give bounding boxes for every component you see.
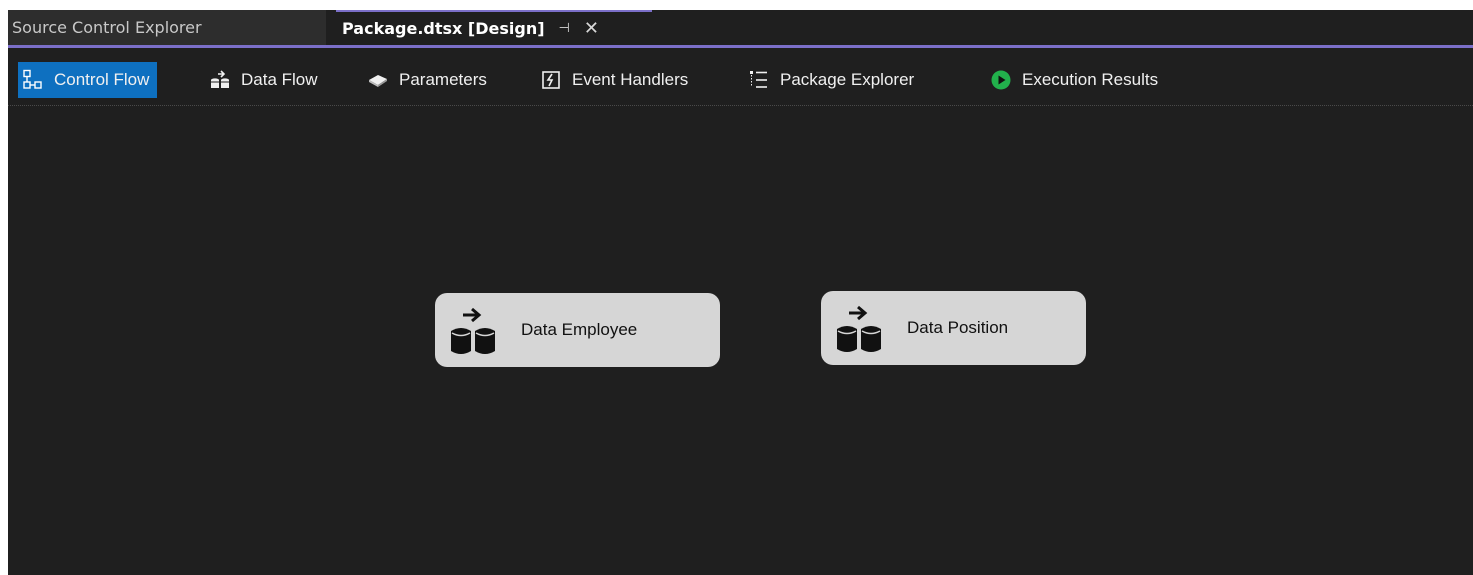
tab-package-explorer[interactable]: Package Explorer <box>744 62 922 98</box>
data-flow-task-icon <box>835 303 885 353</box>
task-label: Data Employee <box>521 320 638 339</box>
task-data-employee[interactable]: Data Employee <box>435 293 720 367</box>
tab-label: Package Explorer <box>780 70 915 89</box>
task-data-position[interactable]: Data Position <box>821 291 1086 365</box>
tab-label: Execution Results <box>1022 70 1159 89</box>
pin-icon[interactable]: ⊣ <box>559 21 570 36</box>
close-icon[interactable]: ✕ <box>584 18 599 39</box>
tab-label: Package.dtsx [Design] <box>342 19 545 38</box>
parameters-icon <box>367 69 389 91</box>
document-tab-strip: Source Control Explorer Package.dtsx [De… <box>8 10 1473 45</box>
tab-label: Event Handlers <box>572 70 689 89</box>
data-flow-icon <box>209 69 231 91</box>
data-flow-task-icon <box>449 305 499 355</box>
tab-label: Control Flow <box>54 70 150 89</box>
package-explorer-icon <box>748 69 770 91</box>
control-flow-icon <box>22 69 44 91</box>
tab-data-flow[interactable]: Data Flow <box>205 62 326 98</box>
designer-view-tabs: Control Flow Data Flow Parameters Event … <box>8 48 1473 106</box>
tab-parameters[interactable]: Parameters <box>363 62 495 98</box>
tab-execution-results[interactable]: Execution Results <box>986 62 1166 98</box>
control-flow-canvas[interactable]: Data Employee Data Position <box>8 106 1473 575</box>
tab-source-control-explorer[interactable]: Source Control Explorer <box>8 10 326 45</box>
ssis-designer-window: Source Control Explorer Package.dtsx [De… <box>8 10 1473 575</box>
tab-control-flow[interactable]: Control Flow <box>18 62 158 98</box>
task-label: Data Position <box>907 318 1009 337</box>
tab-label: Source Control Explorer <box>12 18 202 37</box>
tab-event-handlers[interactable]: Event Handlers <box>536 62 696 98</box>
tab-label: Parameters <box>399 70 487 89</box>
event-handlers-icon <box>540 69 562 91</box>
tab-package-design[interactable]: Package.dtsx [Design] ⊣ ✕ <box>336 10 652 45</box>
tab-label: Data Flow <box>241 70 318 89</box>
execution-results-icon <box>990 69 1012 91</box>
